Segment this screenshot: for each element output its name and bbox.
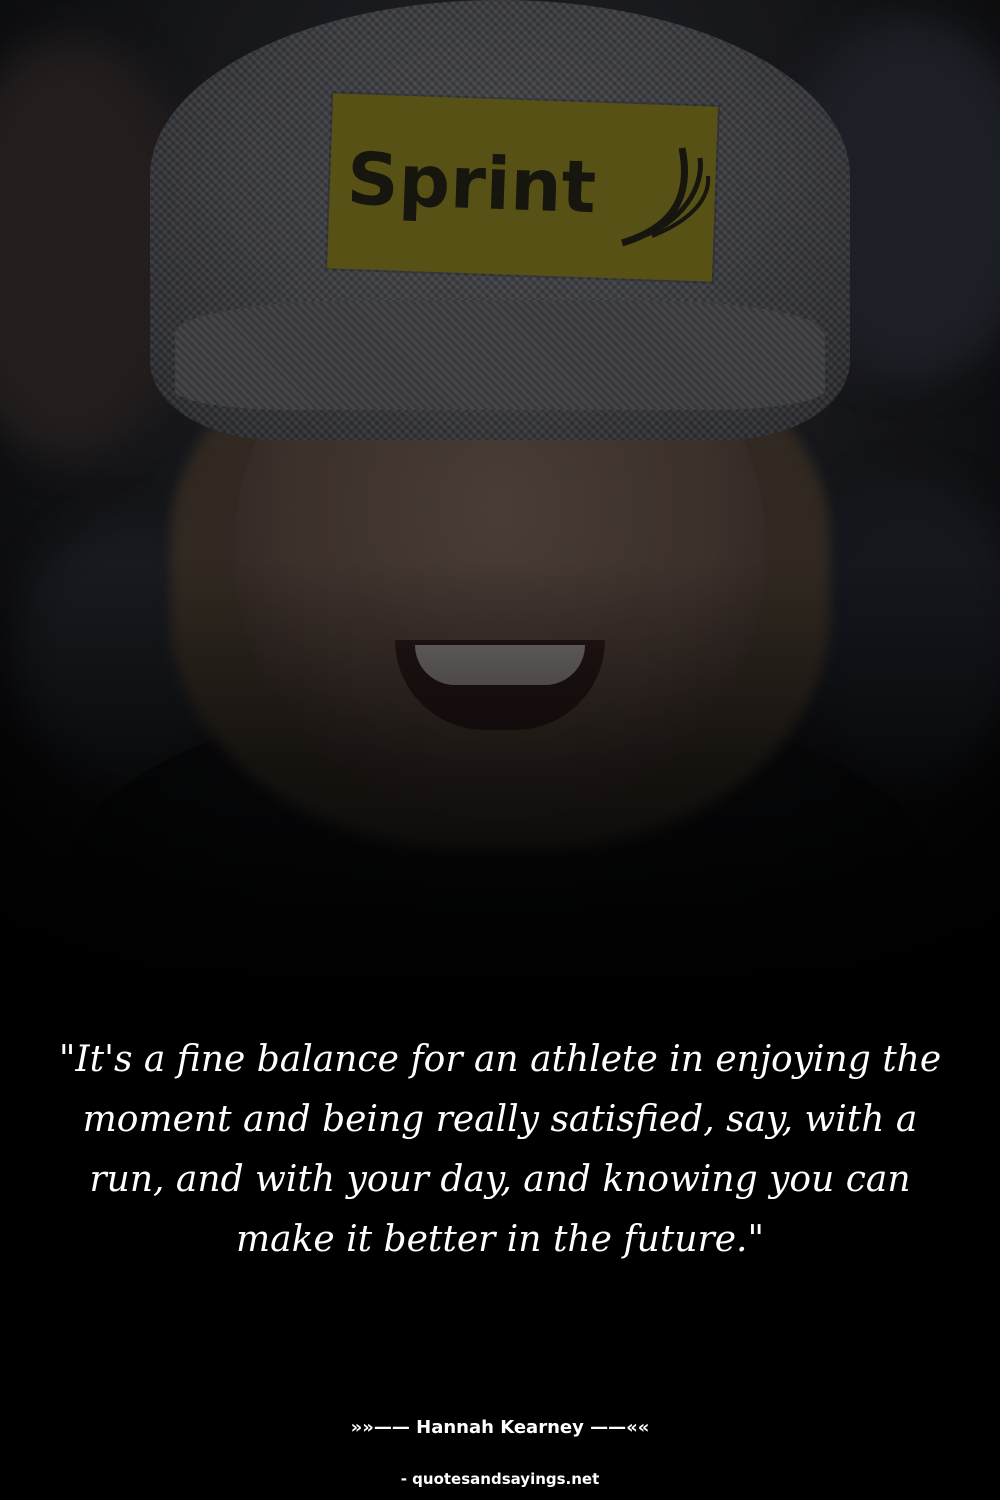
quote-text: "It's a fine balance for an athlete in e…	[58, 1039, 942, 1260]
portrait-photo: Sprint	[0, 0, 1000, 1000]
photo-fade-overlay	[0, 560, 1000, 1000]
quote-card: Sprint "It's a fine balance for an athle…	[0, 0, 1000, 1500]
quote-author: »»—— Hannah Kearney ——««	[350, 1417, 650, 1438]
source-credit: - quotesandsayings.net	[400, 1470, 600, 1488]
